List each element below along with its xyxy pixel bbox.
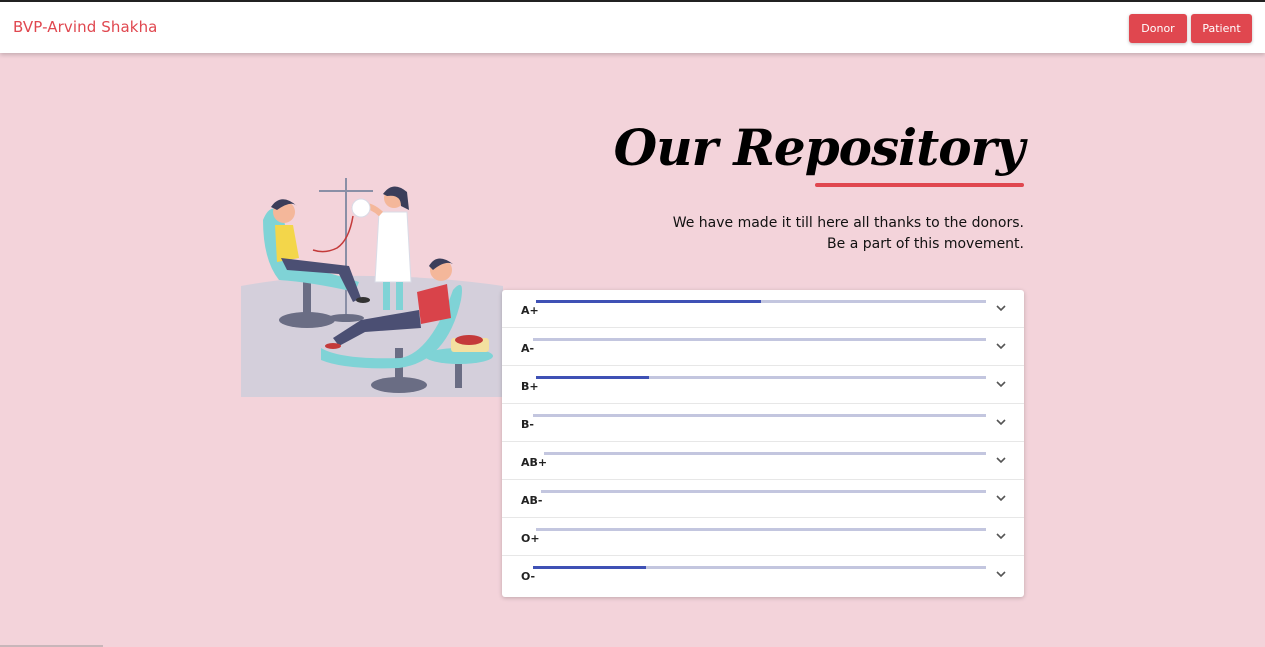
blood-level-track bbox=[544, 452, 986, 455]
blood-group-label: AB+ bbox=[521, 456, 548, 469]
navbar: BVP-Arvind Shakha Donor Patient bbox=[0, 2, 1265, 53]
blood-group-row-ab-negative[interactable]: AB- bbox=[502, 480, 1024, 518]
blood-group-label: O+ bbox=[521, 532, 540, 545]
chevron-down-icon[interactable] bbox=[995, 568, 1007, 580]
blood-donation-illustration bbox=[241, 178, 503, 397]
blood-level-track bbox=[541, 490, 986, 493]
blood-group-label: A+ bbox=[521, 304, 539, 317]
blood-level-fill bbox=[536, 376, 649, 379]
chevron-down-icon[interactable] bbox=[995, 454, 1007, 466]
brand-link[interactable]: BVP-Arvind Shakha bbox=[13, 18, 157, 36]
title-underline bbox=[815, 183, 1024, 187]
blood-group-row-o-positive[interactable]: O+ bbox=[502, 518, 1024, 556]
blood-level-track bbox=[533, 566, 986, 569]
blood-group-row-b-negative[interactable]: B- bbox=[502, 404, 1024, 442]
chevron-down-icon[interactable] bbox=[995, 492, 1007, 504]
donor-button[interactable]: Donor bbox=[1129, 14, 1187, 43]
chevron-down-icon[interactable] bbox=[995, 340, 1007, 352]
blood-group-label: B- bbox=[521, 418, 534, 431]
blood-level-track bbox=[536, 528, 986, 531]
blood-level-track bbox=[533, 338, 986, 341]
tagline-line-1: We have made it till here all thanks to … bbox=[672, 215, 1024, 231]
blood-group-row-a-negative[interactable]: A- bbox=[502, 328, 1024, 366]
repository-list: A+ A- B+ B- AB+ AB- O+ O- bbox=[502, 290, 1024, 597]
chevron-down-icon[interactable] bbox=[995, 302, 1007, 314]
blood-group-row-ab-positive[interactable]: AB+ bbox=[502, 442, 1024, 480]
blood-group-label: B+ bbox=[521, 380, 539, 393]
blood-level-track bbox=[536, 300, 986, 303]
tagline-line-2: Be a part of this movement. bbox=[827, 236, 1024, 252]
chevron-down-icon[interactable] bbox=[995, 378, 1007, 390]
blood-group-label: O- bbox=[521, 570, 536, 583]
patient-button[interactable]: Patient bbox=[1191, 14, 1252, 43]
page-title: Our Repository bbox=[613, 118, 1025, 177]
blood-group-row-o-negative[interactable]: O- bbox=[502, 556, 1024, 594]
blood-level-track bbox=[533, 414, 986, 417]
blood-level-fill bbox=[533, 566, 647, 569]
chevron-down-icon[interactable] bbox=[995, 530, 1007, 542]
blood-level-fill bbox=[536, 300, 761, 303]
blood-group-row-a-positive[interactable]: A+ bbox=[502, 290, 1024, 328]
blood-level-track bbox=[536, 376, 986, 379]
blood-group-label: A- bbox=[521, 342, 535, 355]
blood-group-label: AB- bbox=[521, 494, 543, 507]
blood-group-row-b-positive[interactable]: B+ bbox=[502, 366, 1024, 404]
chevron-down-icon[interactable] bbox=[995, 416, 1007, 428]
